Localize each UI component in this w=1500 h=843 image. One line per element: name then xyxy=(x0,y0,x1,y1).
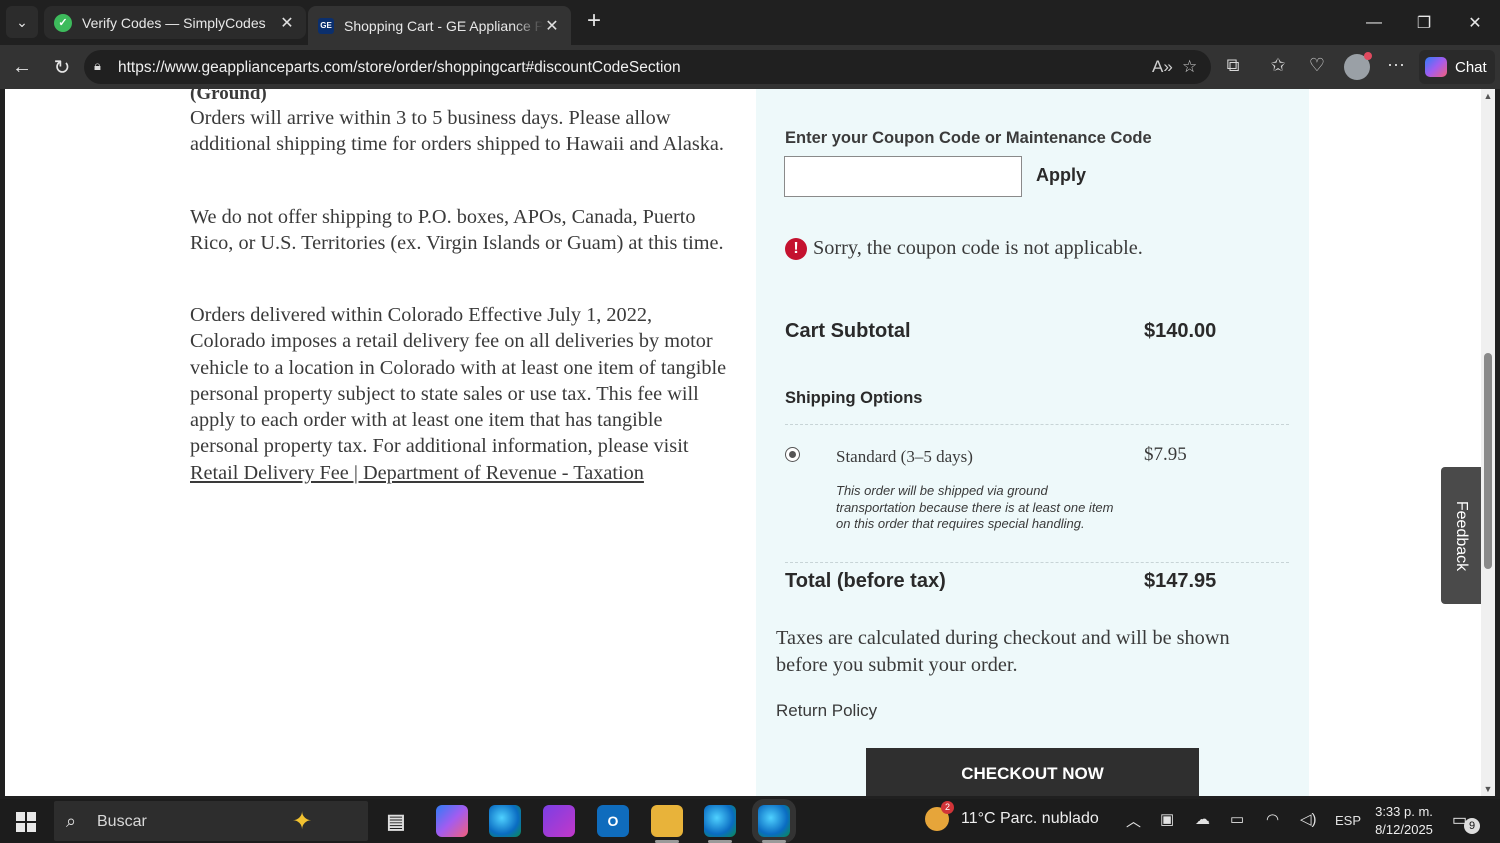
task-view-icon[interactable]: ▤ xyxy=(380,805,412,837)
scroll-down-arrow-icon[interactable]: ▼ xyxy=(1483,784,1493,794)
scroll-up-arrow-icon[interactable]: ▲ xyxy=(1483,91,1493,101)
coupon-label: Enter your Coupon Code or Maintenance Co… xyxy=(785,129,1152,147)
system-clock[interactable]: 3:33 p. m. 8/12/2025 xyxy=(1370,803,1438,839)
site-info-lock-icon[interactable]: 🔒︎ xyxy=(94,58,108,74)
coupon-error-text: Sorry, the coupon code is not applicable… xyxy=(813,237,1143,259)
battery-icon[interactable]: ▭ xyxy=(1230,810,1244,828)
apply-coupon-button[interactable]: Apply xyxy=(1036,165,1086,186)
more-menu-icon[interactable]: ⋯ xyxy=(1382,55,1410,76)
address-toolbar: ← ↻ 🔒︎ https://www.geapplianceparts.com/… xyxy=(0,45,1500,89)
minimize-icon[interactable]: — xyxy=(1349,0,1399,45)
return-policy-link[interactable]: Return Policy xyxy=(776,701,877,721)
cart-subtotal-value: $140.00 xyxy=(1144,320,1217,342)
notifications-icon[interactable]: ▭ 9 xyxy=(1452,810,1480,834)
tab-simplycodes[interactable]: ✓ Verify Codes — SimplyCodes ✕ xyxy=(44,6,306,39)
chat-label: Chat xyxy=(1455,58,1487,76)
url-text[interactable]: https://www.geapplianceparts.com/store/o… xyxy=(118,59,681,77)
favorites-icon[interactable]: ✩ xyxy=(1264,55,1292,76)
edge-active-window-icon[interactable] xyxy=(758,805,790,843)
shipping-handling-note: This order will be shipped via ground tr… xyxy=(836,483,1114,531)
read-aloud-icon[interactable]: A» xyxy=(1152,57,1173,77)
taskbar-search[interactable]: ⌕ Buscar ✦ xyxy=(54,801,368,841)
feedback-label: Feedback xyxy=(1453,500,1470,571)
error-exclamation-icon: ! xyxy=(785,237,807,260)
windows-start-icon[interactable] xyxy=(16,812,36,832)
clock-time: 3:33 p. m. xyxy=(1375,804,1433,819)
notification-count-badge: 9 xyxy=(1464,818,1480,834)
colorado-fee-link[interactable]: Retail Delivery Fee | Department of Reve… xyxy=(190,462,644,484)
clock-date: 8/12/2025 xyxy=(1375,822,1433,837)
browser-essentials-icon[interactable]: ♡ xyxy=(1303,55,1331,76)
volume-icon[interactable]: ◁) xyxy=(1300,810,1317,828)
colorado-fee-paragraph: Orders delivered within Colorado Effecti… xyxy=(190,302,730,486)
show-hidden-icons-chevron-icon[interactable]: ︿ xyxy=(1126,810,1141,831)
browser-tab-bar: ⌄ ✓ Verify Codes — SimplyCodes ✕ GE Shop… xyxy=(0,0,1500,45)
extensions-icon[interactable]: ⧉ xyxy=(1219,55,1247,76)
tab-shopping-cart[interactable]: GE Shopping Cart - GE Appliance Parts ✕ xyxy=(308,6,571,45)
colorado-fee-text: Orders delivered within Colorado Effecti… xyxy=(190,304,727,458)
ge-favicon-icon: GE xyxy=(318,17,334,34)
copilot-sparkle-icon: ✦ xyxy=(292,808,313,835)
total-before-tax-value: $147.95 xyxy=(1144,570,1217,592)
standard-shipping-radio[interactable] xyxy=(785,447,800,462)
checkout-now-button[interactable]: CHECKOUT NOW xyxy=(866,748,1199,796)
windows-taskbar: ⌕ Buscar ✦ ▤ O 11°C Parc. nublado ︿ ▣ ☁ … xyxy=(0,799,1500,843)
copilot-icon xyxy=(1425,57,1447,77)
outlook-icon[interactable]: O xyxy=(597,805,629,837)
divider xyxy=(785,562,1289,563)
favorite-star-icon[interactable]: ☆ xyxy=(1182,57,1197,77)
refresh-icon[interactable]: ↻ xyxy=(47,53,77,81)
language-indicator[interactable]: ESP xyxy=(1335,813,1361,828)
page-scrollbar[interactable]: ▲ ▼ xyxy=(1481,89,1495,796)
shipping-options-heading: Shipping Options xyxy=(785,389,923,407)
clipchamp-icon[interactable] xyxy=(543,805,575,837)
scrollbar-thumb[interactable] xyxy=(1484,353,1492,569)
close-tab-icon[interactable]: ✕ xyxy=(543,16,561,36)
weather-text: 11°C Parc. nublado xyxy=(961,810,1099,827)
tab-title: Verify Codes — SimplyCodes xyxy=(82,14,266,31)
cart-subtotal-label: Cart Subtotal xyxy=(785,320,911,342)
edge-icon[interactable] xyxy=(489,805,521,837)
weather-partly-cloudy-icon xyxy=(925,801,954,831)
search-icon: ⌕ xyxy=(66,811,77,831)
file-explorer-icon[interactable] xyxy=(651,805,683,843)
new-tab-plus-icon[interactable]: + xyxy=(580,8,608,36)
standard-shipping-label[interactable]: Standard (3–5 days) xyxy=(836,447,973,467)
shipping-restrictions-paragraph: We do not offer shipping to P.O. boxes, … xyxy=(190,206,724,255)
profile-avatar[interactable] xyxy=(1344,52,1372,80)
taskbar-search-placeholder: Buscar xyxy=(97,813,147,830)
tax-note: Taxes are calculated during checkout and… xyxy=(776,627,1230,676)
copilot-chat-button[interactable]: Chat xyxy=(1419,50,1495,84)
tab-title: Shopping Cart - GE Appliance Parts xyxy=(344,17,543,34)
close-tab-icon[interactable]: ✕ xyxy=(278,13,296,33)
address-bar[interactable]: 🔒︎ https://www.geapplianceparts.com/stor… xyxy=(84,50,1211,84)
page-viewport: (Ground) Orders will arrive within 3 to … xyxy=(5,89,1481,796)
feedback-tab[interactable]: Feedback xyxy=(1441,467,1481,604)
back-arrow-icon[interactable]: ← xyxy=(7,53,37,81)
close-window-icon[interactable]: ✕ xyxy=(1450,0,1500,45)
coupon-code-input[interactable] xyxy=(784,156,1022,197)
simplycodes-favicon-icon: ✓ xyxy=(54,13,72,32)
total-before-tax-label: Total (before tax) xyxy=(785,570,946,592)
shipping-time-paragraph: Orders will arrive within 3 to 5 busines… xyxy=(190,107,724,156)
meet-now-icon[interactable]: ▣ xyxy=(1160,810,1174,828)
onedrive-cloud-icon[interactable]: ☁ xyxy=(1195,810,1210,828)
standard-shipping-price: $7.95 xyxy=(1144,444,1187,465)
wifi-icon[interactable]: ◠ xyxy=(1266,810,1279,828)
cart-summary-panel: Enter your Coupon Code or Maintenance Co… xyxy=(756,89,1309,796)
divider xyxy=(785,424,1289,425)
edge-profile-icon[interactable] xyxy=(704,805,736,843)
restore-icon[interactable]: ❐ xyxy=(1399,0,1449,45)
weather-widget[interactable]: 11°C Parc. nublado xyxy=(925,801,1099,831)
tab-actions-chevron-icon[interactable]: ⌄ xyxy=(6,6,38,38)
shipping-method-heading: (Ground) xyxy=(190,89,267,104)
copilot-app-icon[interactable] xyxy=(436,805,468,837)
coupon-error-message: ! Sorry, the coupon code is not applicab… xyxy=(785,237,1143,260)
